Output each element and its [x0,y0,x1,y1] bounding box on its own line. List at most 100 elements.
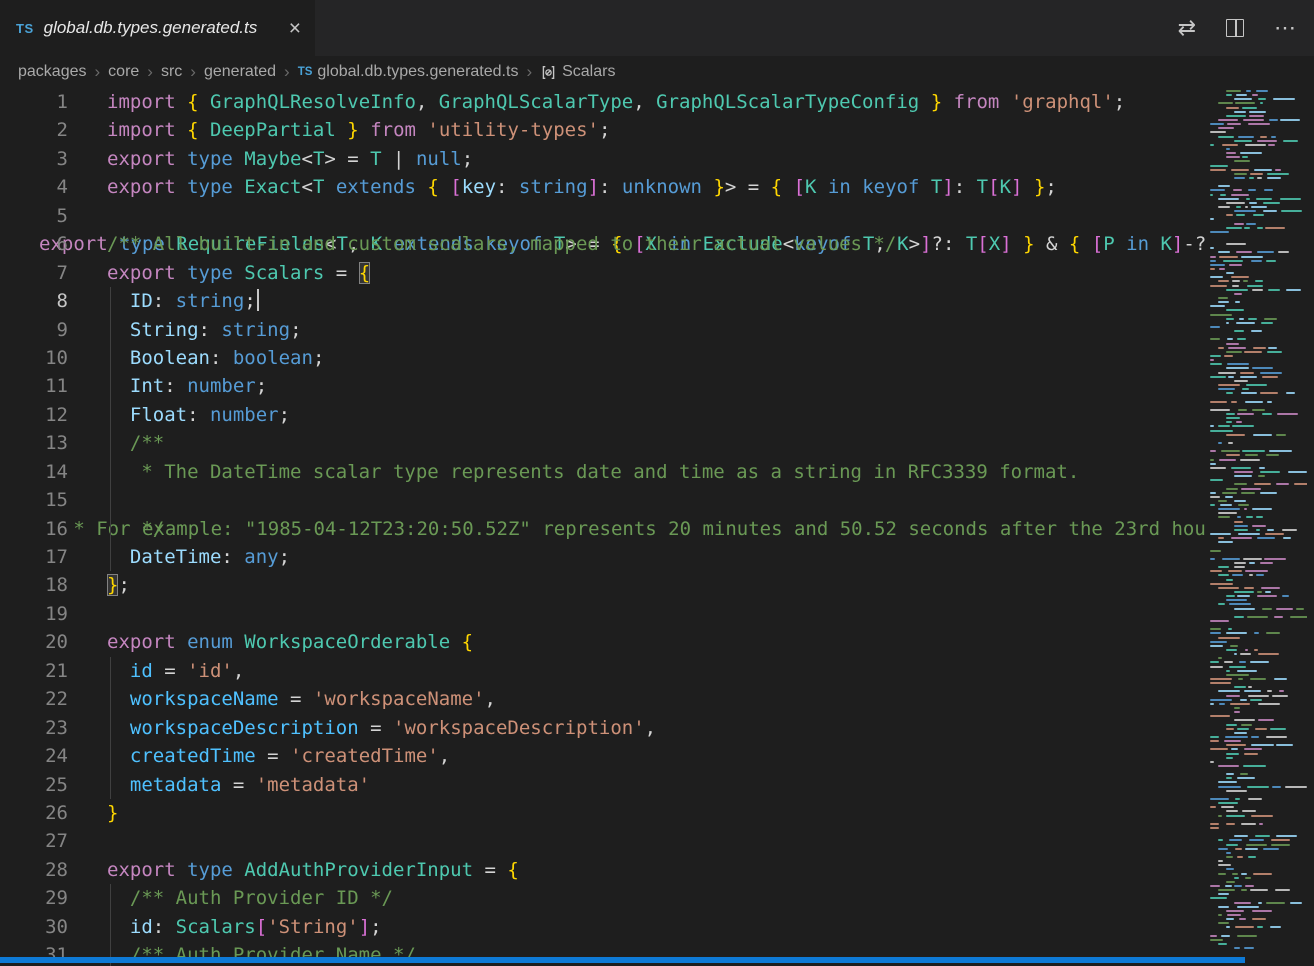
code-line[interactable]: 30 id: Scalars['String']; [0,913,1207,941]
minimap-line [1210,926,1307,928]
code-line[interactable]: 25 metadata = 'metadata' [0,771,1207,799]
breadcrumb-item-core[interactable]: core [108,63,139,81]
minimap-line [1210,355,1307,357]
line-number[interactable]: 19 [0,600,68,628]
minimap[interactable] [1210,90,1307,962]
line-number[interactable]: 18 [0,571,68,599]
code-line[interactable]: 4export type Exact<T extends { [key: str… [0,173,1207,201]
breadcrumb-item-src[interactable]: src [161,63,182,81]
code-line[interactable]: 24 createdTime = 'createdTime', [0,742,1207,770]
tab-global-db-types-generated-ts[interactable]: TS global.db.types.generated.ts × [0,0,316,56]
line-number[interactable]: 13 [0,429,68,457]
line-number[interactable]: 20 [0,628,68,656]
line-number[interactable]: 4 [0,173,68,201]
indent-guide [110,657,111,685]
minimap-line [1210,769,1307,771]
code-line[interactable]: 27 [0,827,1207,855]
chevron-right-icon: › [94,62,102,82]
code-line[interactable]: 12 Float: number; [0,401,1207,429]
code-line[interactable]: 14 * The DateTime scalar type represents… [0,458,1207,486]
line-number[interactable]: 10 [0,344,68,372]
code-line[interactable]: 8 ID: string; [0,287,1207,315]
line-number[interactable]: 17 [0,543,68,571]
line-number[interactable]: 2 [0,116,68,144]
code-line[interactable]: 28export type AddAuthProviderInput = { [0,856,1207,884]
split-editor-icon[interactable] [1226,19,1244,37]
minimap-line [1210,94,1307,96]
line-number[interactable]: 22 [0,685,68,713]
breadcrumb-item-global-db-types-generated-ts[interactable]: TSglobal.db.types.generated.ts [298,63,519,81]
code-line[interactable]: 17 DateTime: any; [0,543,1207,571]
code-line[interactable]: 9 String: string; [0,316,1207,344]
code-line[interactable]: 20export enum WorkspaceOrderable { [0,628,1207,656]
minimap-line [1210,318,1307,320]
minimap-line [1210,628,1307,630]
split-editor-glyph [1226,19,1244,37]
line-number[interactable]: 29 [0,884,68,912]
line-number[interactable]: 23 [0,714,68,742]
more-actions-icon[interactable]: ⋯ [1274,15,1296,41]
line-number[interactable]: 9 [0,316,68,344]
close-icon[interactable]: × [289,18,301,39]
line-number[interactable]: 6 [0,230,68,258]
line-number[interactable]: 25 [0,771,68,799]
minimap-line [1210,98,1307,100]
code-line[interactable]: 19 [0,600,1207,628]
minimap-line [1210,939,1307,941]
minimap-line [1210,508,1307,510]
code-line[interactable]: 13 /** [0,429,1207,457]
horizontal-scrollbar[interactable] [0,957,1245,963]
minimap-line [1210,388,1307,390]
code-line[interactable]: 26} [0,799,1207,827]
line-number[interactable]: 16 [0,515,68,543]
line-number[interactable]: 21 [0,657,68,685]
line-number[interactable]: 14 [0,458,68,486]
editor-tab-bar: TS global.db.types.generated.ts × ⇄ ⋯ [0,0,1314,56]
code-line[interactable]: 3export type Maybe<T> = T | null; [0,145,1207,173]
line-number[interactable]: 1 [0,88,68,116]
minimap-line [1210,330,1307,332]
code-line[interactable]: 23 workspaceDescription = 'workspaceDesc… [0,714,1207,742]
editor[interactable]: 1import { GraphQLResolveInfo, GraphQLSca… [0,88,1314,966]
line-number[interactable]: 3 [0,145,68,173]
minimap-line [1210,649,1307,651]
line-number[interactable]: 24 [0,742,68,770]
line-number[interactable]: 27 [0,827,68,855]
minimap-line [1210,376,1307,378]
minimap-line [1210,790,1307,792]
code-line[interactable]: 11 Int: number; [0,372,1207,400]
code-region[interactable]: 1import { GraphQLResolveInfo, GraphQLSca… [0,88,1207,966]
code-line[interactable]: 22 workspaceName = 'workspaceName', [0,685,1207,713]
code-line[interactable]: 1import { GraphQLResolveInfo, GraphQLSca… [0,88,1207,116]
open-changes-icon[interactable]: ⇄ [1178,15,1196,41]
line-number[interactable]: 26 [0,799,68,827]
code-line[interactable]: 21 id = 'id', [0,657,1207,685]
line-number[interactable]: 8 [0,287,68,315]
minimap-line [1210,545,1307,547]
minimap-line [1210,463,1307,465]
minimap-line [1210,765,1307,767]
line-number[interactable]: 30 [0,913,68,941]
code-line[interactable]: 10 Boolean: boolean; [0,344,1207,372]
line-number[interactable]: 5 [0,202,68,230]
breadcrumb-item-generated[interactable]: generated [204,63,276,81]
code-line[interactable]: 6/** All built-in and custom scalars, ma… [0,230,1207,258]
code-line[interactable]: 18}; [0,571,1207,599]
line-number[interactable]: 28 [0,856,68,884]
code-line[interactable]: 2import { DeepPartial } from 'utility-ty… [0,116,1207,144]
code-line[interactable]: 29 /** Auth Provider ID */ [0,884,1207,912]
code-line[interactable]: 15 * For example: "1985-04-12T23:20:50.5… [0,486,1207,514]
breadcrumb-item-scalars[interactable]: Scalars [540,63,615,81]
line-number[interactable]: 12 [0,401,68,429]
minimap-line [1210,314,1307,316]
line-number[interactable]: 7 [0,259,68,287]
code-line[interactable]: 7export type Scalars = { [0,259,1207,287]
code-line[interactable]: 5export type RequireFields<T, K extends … [0,202,1207,230]
minimap-line [1210,686,1307,688]
line-number[interactable]: 15 [0,486,68,514]
code-line[interactable]: 16 */ [0,515,1207,543]
minimap-line [1210,293,1307,295]
line-number[interactable]: 11 [0,372,68,400]
breadcrumb-item-packages[interactable]: packages [18,63,87,81]
vscode-window: TS global.db.types.generated.ts × ⇄ ⋯ pa… [0,0,1314,966]
